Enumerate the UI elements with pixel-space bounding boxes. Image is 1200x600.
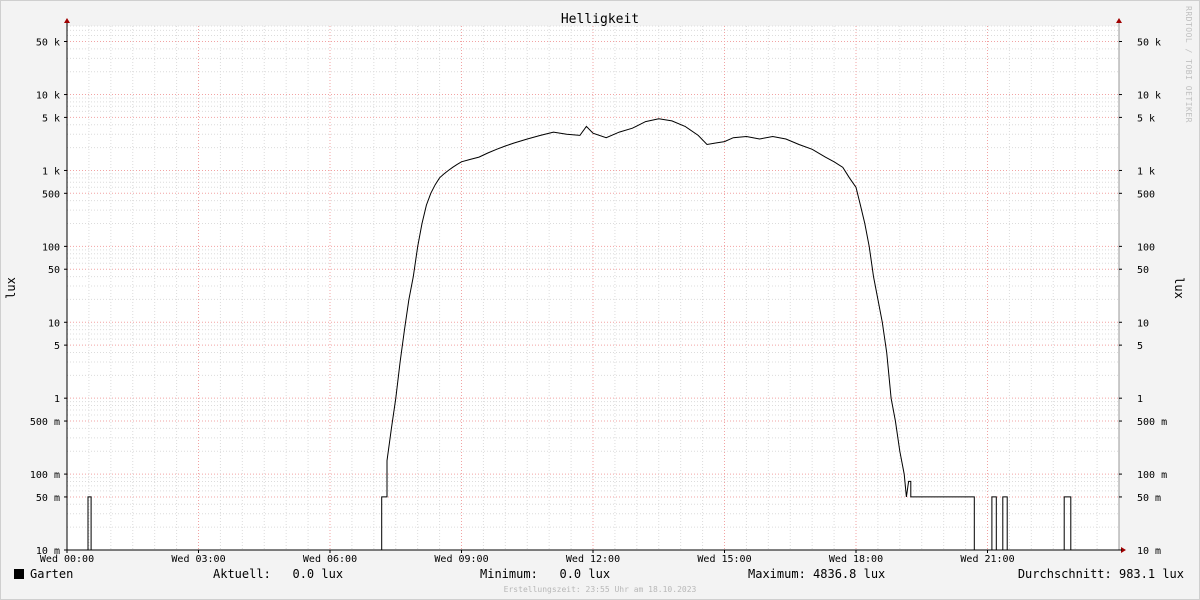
legend-minimum: Minimum: 0.0 lux — [480, 567, 611, 581]
watermark: RRDTOOL / TOBI OETIKER — [1184, 6, 1193, 123]
y-tick-label-left: 50 k — [36, 37, 60, 48]
x-tick-label: Wed 12:00 — [566, 554, 620, 565]
y-tick-label-right: 10 — [1137, 318, 1149, 329]
y-axis-label-right: lux — [1172, 277, 1186, 299]
y-tick-label-left: 50 — [48, 265, 60, 276]
y-tick-label-left: 100 m — [30, 470, 60, 481]
chart-title: Helligkeit — [561, 12, 639, 27]
legend-average: Durchschnitt: 983.1 lux — [1017, 567, 1184, 581]
legend-current: Aktuell: 0.0 lux — [213, 567, 344, 581]
y-tick-label-left: 100 — [42, 242, 60, 253]
y-tick-label-left: 1 — [54, 394, 60, 405]
x-tick-label: Wed 00:00 — [40, 554, 94, 565]
x-tick-label: Wed 09:00 — [434, 554, 488, 565]
legend-swatch — [14, 569, 24, 579]
legend-maximum: Maximum: 4836.8 lux — [748, 567, 886, 581]
y-tick-label-left: 10 k — [36, 91, 60, 102]
x-tick-label: Wed 18:00 — [829, 554, 883, 565]
y-tick-label-right: 1 k — [1137, 166, 1155, 177]
y-tick-label-right: 1 — [1137, 394, 1143, 405]
x-tick-label: Wed 21:00 — [960, 554, 1014, 565]
x-tick-label: Wed 15:00 — [697, 554, 751, 565]
footer-timestamp: Erstellungszeit: 23:55 Uhr am 18.10.2023 — [503, 585, 697, 594]
y-tick-label-left: 1 k — [42, 166, 60, 177]
y-tick-label-right: 100 — [1137, 242, 1155, 253]
y-tick-label-left: 5 k — [42, 113, 60, 124]
legend-row: Garten Aktuell: 0.0 lux Minimum: 0.0 lux… — [14, 567, 1184, 583]
x-tick-label: Wed 03:00 — [171, 554, 225, 565]
y-tick-label-right: 10 m — [1137, 546, 1161, 557]
y-tick-label-left: 500 m — [30, 417, 60, 428]
y-axis-label-left: lux — [4, 277, 18, 299]
x-tick-label: Wed 06:00 — [303, 554, 357, 565]
y-tick-label-right: 50 m — [1137, 493, 1161, 504]
y-tick-label-left: 500 — [42, 189, 60, 200]
y-tick-label-right: 500 m — [1137, 417, 1167, 428]
y-axis-arrow-right — [1116, 18, 1122, 23]
y-tick-label-right: 50 — [1137, 265, 1149, 276]
y-tick-label-right: 5 k — [1137, 113, 1155, 124]
y-tick-label-left: 50 m — [36, 493, 60, 504]
legend-series-name: Garten — [30, 567, 74, 581]
legend-item-garten: Garten — [14, 567, 73, 581]
y-tick-label-right: 500 — [1137, 189, 1155, 200]
y-tick-label-right: 10 k — [1137, 91, 1161, 102]
brightness-chart: 10 m 10 m50 m 50 m100 m 100 m500 m 500 m1 15 5… — [4, 6, 1193, 565]
y-tick-label-right: 50 k — [1137, 37, 1161, 48]
y-tick-label-right: 100 m — [1137, 470, 1167, 481]
y-tick-label-left: 10 — [48, 318, 60, 329]
y-tick-label-right: 5 — [1137, 341, 1143, 352]
y-tick-label-left: 5 — [54, 341, 60, 352]
y-axis-arrow-left — [64, 18, 70, 23]
